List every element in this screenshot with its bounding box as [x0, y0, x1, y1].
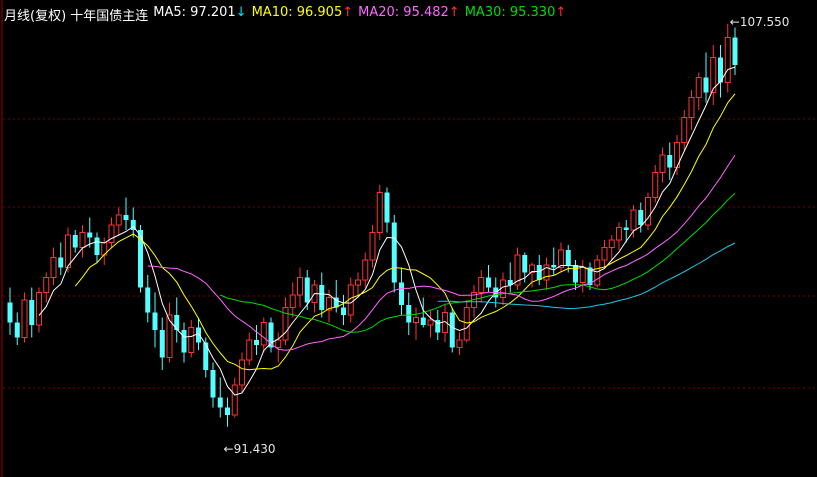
ma20-legend: MA20: 95.482↑	[358, 5, 460, 20]
candle-body-down	[87, 232, 93, 238]
candle-body-down	[341, 307, 346, 315]
candle-body-down	[152, 312, 158, 330]
candle-body-down	[573, 265, 578, 283]
candle-body-up	[601, 247, 608, 261]
candle-body-up	[478, 277, 485, 293]
candle-body-down	[399, 282, 404, 305]
candle-body-down	[384, 192, 390, 223]
candle-body-up	[645, 197, 651, 226]
candle-body-up	[376, 192, 383, 233]
candle-body-down	[196, 327, 201, 343]
candle-body-down	[225, 407, 230, 415]
candle-body-up	[275, 339, 282, 348]
candle-body-up	[579, 267, 586, 283]
candle-body-up	[463, 307, 470, 341]
candle-body-down	[319, 285, 325, 310]
candle-body-up	[681, 117, 688, 143]
high-price-label: 107.550	[739, 14, 790, 29]
candlestick-chart[interactable]	[0, 0, 817, 477]
candle-body-down	[72, 235, 78, 248]
high-price-marker: ←107.550	[730, 15, 790, 29]
candle-body-up	[362, 259, 369, 281]
candle-body-up	[630, 209, 637, 231]
candle-body-down	[486, 277, 491, 288]
ma20-line	[147, 154, 736, 351]
candle-body-up	[616, 227, 622, 241]
low-price-marker: ←91.430	[224, 442, 276, 456]
candle-body-up	[355, 279, 361, 286]
candle-body-up	[50, 257, 57, 278]
candle-body-up	[695, 77, 702, 98]
ma5-arrow-icon: ↓	[235, 5, 247, 20]
low-price-label: 91.430	[233, 441, 276, 456]
candle-body-up	[413, 317, 419, 323]
candle-body-down	[703, 77, 709, 93]
candle-body-up	[659, 154, 666, 173]
candle-body-down	[159, 330, 165, 358]
ma30-line	[220, 193, 736, 333]
candle-body-down	[536, 265, 542, 280]
candle-body-up	[427, 319, 434, 326]
candle-body-down	[210, 370, 216, 398]
candle-body-up	[115, 214, 122, 226]
candle-body-up	[558, 249, 564, 268]
candle-body-up	[456, 339, 463, 348]
candle-body-down	[391, 222, 397, 283]
candle-body-down	[14, 322, 20, 338]
candle-body-down	[406, 305, 412, 323]
candle-body-up	[36, 292, 42, 326]
candle-body-down	[449, 312, 455, 348]
candle-body-down	[181, 330, 187, 353]
ma60-line	[437, 242, 736, 310]
candle-body-up	[43, 277, 50, 293]
candle-body-up	[289, 294, 296, 308]
candle-body-down	[7, 302, 13, 323]
candle-body-up	[608, 239, 615, 248]
candle-body-down	[420, 317, 426, 325]
ma20-arrow-icon: ↑	[448, 5, 460, 20]
candle-body-up	[231, 384, 238, 416]
candle-body-down	[565, 250, 571, 265]
candle-body-up	[260, 322, 267, 346]
candle-body-up	[246, 339, 253, 361]
candle-body-down	[551, 265, 557, 268]
candle-body-up	[21, 299, 28, 338]
ma10-arrow-icon: ↑	[342, 5, 354, 20]
candle-body-up	[688, 97, 695, 118]
candle-body-down	[29, 300, 35, 325]
candle-body-up	[239, 359, 245, 386]
candle-body-down	[58, 257, 64, 268]
ma10-legend: MA10: 96.905↑	[251, 5, 354, 20]
candle-body-down	[123, 215, 129, 220]
candle-body-up	[65, 234, 71, 268]
candle-body-down	[522, 255, 528, 273]
high-arrow-icon: ←	[729, 14, 740, 29]
candle-body-up	[79, 232, 86, 248]
candle-body-down	[304, 277, 310, 303]
candle-body-down	[667, 155, 673, 168]
candle-body-up	[297, 277, 303, 296]
candle-body-up	[188, 327, 195, 353]
ma30-legend: MA30: 95.330↑	[464, 5, 567, 20]
chart-header: 月线(复权) 十年国债主连 MA5: 97.201↓ MA10: 96.905↑…	[4, 5, 566, 24]
candle-body-up	[166, 314, 173, 358]
candle-body-down	[732, 37, 738, 65]
candle-body-down	[174, 315, 180, 330]
chart-title: 月线(复权) 十年国债主连	[4, 9, 149, 24]
ma30-arrow-icon: ↑	[555, 5, 567, 20]
candle-body-up	[652, 172, 659, 198]
candle-body-down	[145, 287, 151, 313]
ma5-legend: MA5: 97.201↓	[153, 5, 247, 20]
candle-body-down	[254, 340, 259, 345]
candle-body-up	[369, 232, 376, 261]
candle-body-down	[623, 227, 629, 230]
candle-body-up	[724, 37, 731, 83]
candle-body-down	[217, 397, 223, 408]
candle-body-down	[94, 237, 100, 255]
low-arrow-icon: ←	[223, 441, 234, 456]
candle-body-down	[638, 210, 644, 225]
